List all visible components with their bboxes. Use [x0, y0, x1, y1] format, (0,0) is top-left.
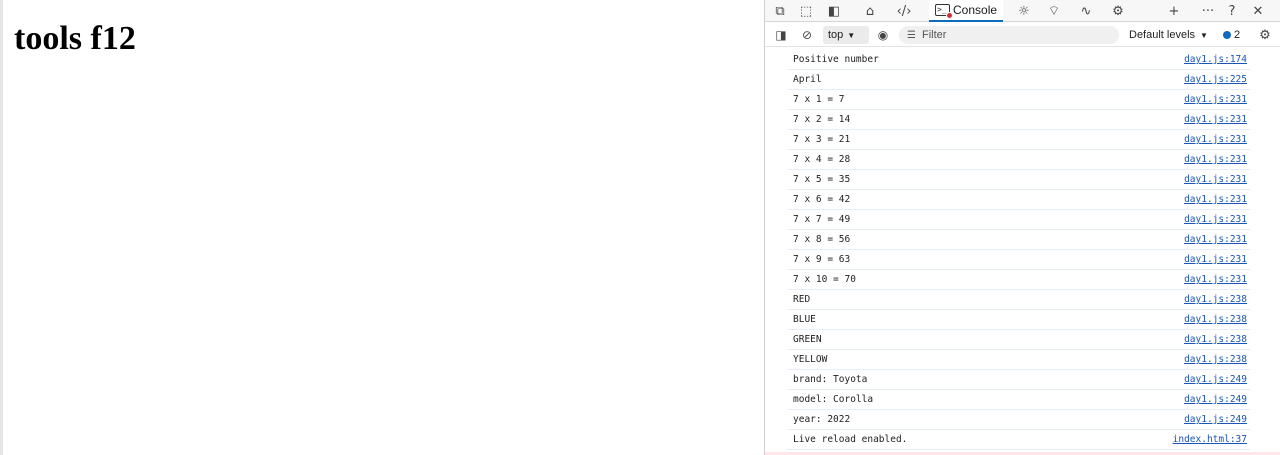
console-message-row: 7 x 8 = 56 day1.js:231: [787, 230, 1250, 250]
issues-count: 2: [1234, 29, 1241, 41]
close-icon[interactable]: ✕: [1247, 0, 1269, 22]
context-select-value: top: [828, 29, 844, 41]
devtools-panel: ⧉ ⬚ ◧ ⌂ ‹/› >_ Console ☼ ⌔ ∿ ⚙ + ··· ? ✕…: [764, 0, 1280, 455]
inspect-icon[interactable]: ⬚: [795, 0, 817, 22]
error-badge-icon: [946, 12, 953, 19]
console-message-row: year: 2022 day1.js:249: [787, 410, 1250, 430]
source-link[interactable]: day1.js:174: [1184, 54, 1247, 65]
source-link[interactable]: day1.js:249: [1184, 374, 1247, 385]
console-message-text: 7 x 7 = 49: [793, 214, 851, 225]
source-link[interactable]: day1.js:231: [1184, 214, 1247, 225]
source-link[interactable]: day1.js:238: [1184, 294, 1247, 305]
console-message-text: 7 x 5 = 35: [793, 174, 851, 185]
source-link[interactable]: day1.js:231: [1184, 254, 1247, 265]
source-link[interactable]: day1.js:231: [1184, 174, 1247, 185]
console-icon: >_: [935, 4, 953, 19]
console-message-row: RED day1.js:238: [787, 290, 1250, 310]
more-icon[interactable]: ···: [1197, 0, 1219, 22]
add-tool-icon[interactable]: +: [1163, 0, 1185, 22]
source-link[interactable]: day1.js:238: [1184, 334, 1247, 345]
filter-icon: ☰: [907, 29, 916, 41]
chevron-down-icon: ▼: [1200, 30, 1208, 40]
console-message-row: 7 x 5 = 35 day1.js:231: [787, 170, 1250, 190]
context-select[interactable]: top ▼: [823, 26, 869, 44]
console-toolbar: ◨ ⊘ top ▼ ◉ ☰ Filter Default levels ▼ 2 …: [765, 23, 1280, 47]
log-levels-dropdown[interactable]: Default levels ▼: [1129, 26, 1208, 44]
console-message-row: April day1.js:225: [787, 70, 1250, 90]
console-message-text: 7 x 3 = 21: [793, 134, 851, 145]
source-link[interactable]: index.html:37: [1173, 434, 1247, 445]
console-message-text: April: [793, 74, 822, 85]
console-message-row: Live reload enabled. index.html:37: [787, 430, 1250, 450]
issues-counter[interactable]: 2: [1223, 26, 1240, 44]
console-message-text: brand: Toyota: [793, 374, 868, 385]
source-link[interactable]: day1.js:231: [1184, 134, 1247, 145]
console-message-row: Positive number day1.js:174: [787, 50, 1250, 70]
source-link[interactable]: day1.js:231: [1184, 114, 1247, 125]
console-message-text: model: Corolla: [793, 394, 874, 405]
console-message-text: 7 x 6 = 42: [793, 194, 851, 205]
device-emulation-icon[interactable]: ⧉: [769, 0, 791, 22]
source-link[interactable]: day1.js:249: [1184, 414, 1247, 425]
source-link[interactable]: day1.js:249: [1184, 394, 1247, 405]
console-settings-icon[interactable]: ⚙: [1255, 25, 1275, 45]
console-message-row: GREEN day1.js:238: [787, 330, 1250, 350]
source-link[interactable]: day1.js:238: [1184, 354, 1247, 365]
console-message-row: 7 x 10 = 70 day1.js:231: [787, 270, 1250, 290]
console-message-row: brand: Toyota day1.js:249: [787, 370, 1250, 390]
source-link[interactable]: day1.js:231: [1184, 154, 1247, 165]
console-message-text: RED: [793, 294, 811, 305]
console-message-row: 7 x 4 = 28 day1.js:231: [787, 150, 1250, 170]
console-message-row: 7 x 6 = 42 day1.js:231: [787, 190, 1250, 210]
console-log: Positive number day1.js:174 April day1.js:2…: [765, 50, 1280, 450]
console-message-text: year: 2022: [793, 414, 851, 425]
console-message-text: 7 x 10 = 70: [793, 274, 856, 285]
chevron-down-icon: ▼: [847, 30, 856, 40]
source-link[interactable]: day1.js:238: [1184, 314, 1247, 325]
console-message-row: BLUE day1.js:238: [787, 310, 1250, 330]
dock-panel-icon[interactable]: ◧: [823, 0, 845, 22]
page-heading: tools f12: [14, 20, 136, 57]
console-message-text: 7 x 9 = 63: [793, 254, 851, 265]
source-link[interactable]: day1.js:231: [1184, 234, 1247, 245]
sources-bug-icon[interactable]: ☼: [1013, 0, 1035, 22]
console-message-text: YELLOW: [793, 354, 828, 365]
console-message-row: 7 x 7 = 49 day1.js:231: [787, 210, 1250, 230]
help-icon[interactable]: ?: [1221, 0, 1243, 22]
console-message-row: 7 x 3 = 21 day1.js:231: [787, 130, 1250, 150]
log-levels-label: Default levels: [1129, 29, 1196, 41]
issues-icon: [1223, 31, 1231, 39]
console-message-text: 7 x 2 = 14: [793, 114, 851, 125]
console-message-text: GREEN: [793, 334, 822, 345]
tab-console-label: Console: [953, 3, 998, 17]
console-message-text: Positive number: [793, 54, 879, 65]
settings-gear-icon[interactable]: ⚙: [1107, 0, 1129, 22]
filter-input[interactable]: ☰ Filter: [899, 26, 1119, 44]
sidebar-toggle-icon[interactable]: ◨: [771, 25, 791, 45]
console-message-text: 7 x 4 = 28: [793, 154, 851, 165]
devtools-tab-bar: ⧉ ⬚ ◧ ⌂ ‹/› >_ Console ☼ ⌔ ∿ ⚙ + ··· ? ✕: [765, 0, 1280, 22]
performance-icon[interactable]: ∿: [1075, 0, 1097, 22]
live-expression-eye-icon[interactable]: ◉: [873, 25, 893, 45]
console-message-row: 7 x 9 = 63 day1.js:231: [787, 250, 1250, 270]
filter-placeholder: Filter: [921, 29, 947, 41]
console-message-row: model: Corolla day1.js:249: [787, 390, 1250, 410]
console-message-text: BLUE: [793, 314, 816, 325]
console-message-text: 7 x 1 = 7: [793, 94, 845, 105]
web-page: tools f12: [0, 0, 764, 455]
tab-console[interactable]: >_ Console: [929, 0, 1004, 22]
console-message-text: Live reload enabled.: [793, 434, 908, 445]
network-wifi-icon[interactable]: ⌔: [1043, 0, 1065, 22]
console-message-row: 7 x 1 = 7 day1.js:231: [787, 90, 1250, 110]
source-link[interactable]: day1.js:225: [1184, 74, 1247, 85]
console-message-row: YELLOW day1.js:238: [787, 350, 1250, 370]
source-link[interactable]: day1.js:231: [1184, 194, 1247, 205]
elements-icon[interactable]: ‹/›: [893, 0, 915, 22]
source-link[interactable]: day1.js:231: [1184, 274, 1247, 285]
clear-console-icon[interactable]: ⊘: [797, 25, 817, 45]
welcome-home-icon[interactable]: ⌂: [859, 0, 881, 22]
source-link[interactable]: day1.js:231: [1184, 94, 1247, 105]
console-message-text: 7 x 8 = 56: [793, 234, 851, 245]
console-message-row: 7 x 2 = 14 day1.js:231: [787, 110, 1250, 130]
